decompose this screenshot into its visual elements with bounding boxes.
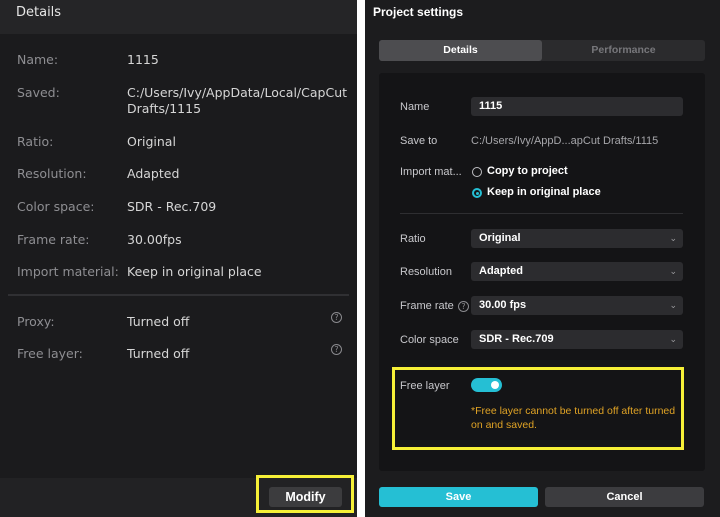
color-space-label: Color space: [400, 334, 459, 346]
name-input[interactable]: 1115: [471, 97, 683, 116]
details-panel: Details Name: 1115 Saved: C:/Users/Ivy/A…: [0, 0, 357, 517]
settings-divider: [400, 213, 683, 214]
detail-value: Original: [127, 134, 176, 149]
save-button[interactable]: Save: [379, 487, 538, 507]
toggle-knob: [491, 381, 499, 389]
chevron-down-icon: ⌄: [669, 300, 677, 310]
resolution-select[interactable]: Adapted ⌄: [471, 262, 683, 281]
details-divider: [8, 294, 349, 296]
name-label: Name: [400, 101, 430, 113]
chevron-down-icon: ⌄: [669, 233, 677, 243]
save-to-label: Save to: [400, 135, 438, 147]
resolution-label: Resolution: [400, 266, 452, 278]
chevron-down-icon: ⌄: [669, 334, 677, 344]
detail-label: Saved:: [17, 85, 60, 100]
cancel-button[interactable]: Cancel: [545, 487, 704, 507]
detail-value: C:/Users/Ivy/AppData/Local/CapCut Drafts…: [127, 85, 348, 116]
chevron-down-icon: ⌄: [669, 266, 677, 276]
details-header: Details: [0, 0, 357, 34]
frame-rate-label: Frame rate: [400, 300, 454, 312]
project-settings-dialog: Project settings Details Performance Nam…: [365, 0, 720, 517]
panel-separator: [357, 0, 365, 517]
detail-value: Keep in original place: [127, 264, 262, 279]
detail-value: 1115: [127, 52, 159, 67]
help-icon[interactable]: ?: [331, 344, 342, 355]
detail-label: Import material:: [17, 264, 119, 279]
detail-label: Color space:: [17, 199, 95, 214]
detail-label: Ratio:: [17, 134, 54, 149]
detail-label: Free layer:: [17, 346, 83, 361]
ratio-value: Original: [479, 232, 521, 244]
frame-rate-select[interactable]: 30.00 fps ⌄: [471, 296, 683, 315]
ratio-select[interactable]: Original ⌄: [471, 229, 683, 248]
color-space-value: SDR - Rec.709: [479, 333, 554, 345]
radio-copy-to-project[interactable]: [472, 167, 482, 177]
radio-copy-to-project-label[interactable]: Copy to project: [487, 165, 568, 177]
save-to-path: C:/Users/Ivy/AppD...apCut Drafts/1115: [471, 135, 659, 147]
free-layer-warning: *Free layer cannot be turned off after t…: [471, 405, 676, 431]
radio-keep-in-original-place[interactable]: [472, 188, 482, 198]
ratio-label: Ratio: [400, 233, 426, 245]
modify-button[interactable]: Modify: [269, 487, 342, 507]
dialog-title: Project settings: [373, 5, 464, 19]
detail-label: Name:: [17, 52, 59, 67]
detail-value: 30.00fps: [127, 232, 182, 247]
detail-label: Frame rate:: [17, 232, 90, 247]
frame-rate-value: 30.00 fps: [479, 299, 527, 311]
settings-tabs: Details Performance: [379, 40, 705, 61]
details-title: Details: [16, 5, 62, 20]
import-material-label: Import mat...: [400, 166, 462, 178]
color-space-select[interactable]: SDR - Rec.709 ⌄: [471, 330, 683, 349]
detail-value: Adapted: [127, 166, 180, 181]
help-icon[interactable]: ?: [331, 312, 342, 323]
detail-value: SDR - Rec.709: [127, 199, 217, 214]
free-layer-label: Free layer: [400, 380, 450, 392]
detail-value: Turned off: [127, 314, 190, 329]
resolution-value: Adapted: [479, 265, 523, 277]
free-layer-toggle[interactable]: [471, 378, 502, 392]
detail-value: Turned off: [127, 346, 190, 361]
tab-performance[interactable]: Performance: [542, 40, 705, 61]
tab-details[interactable]: Details: [379, 40, 542, 61]
detail-label: Resolution:: [17, 166, 87, 181]
radio-keep-in-original-place-label[interactable]: Keep in original place: [487, 186, 601, 198]
detail-label: Proxy:: [17, 314, 55, 329]
help-icon[interactable]: ?: [458, 301, 469, 312]
